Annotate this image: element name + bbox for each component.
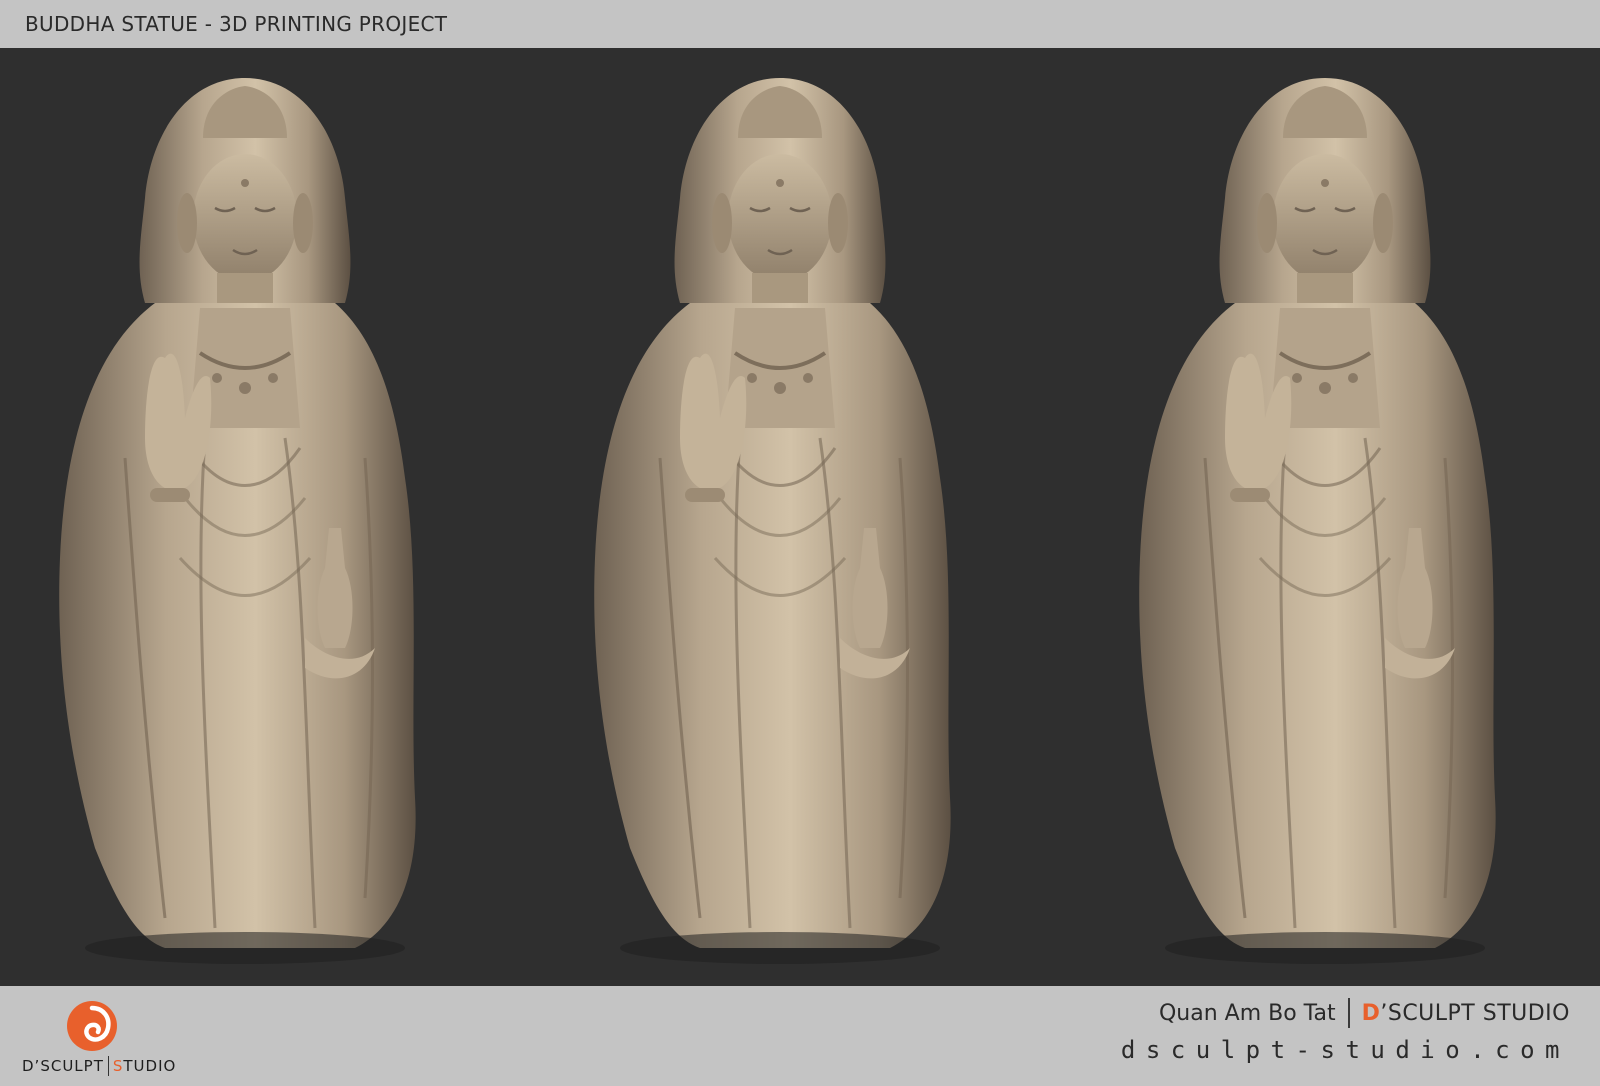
- logo-studio-initial: S: [112, 1057, 124, 1075]
- header-bar: BUDDHA STATUE - 3D PRINTING PROJECT: [0, 0, 1600, 48]
- studio-name-rest: ’SCULPT STUDIO: [1380, 1000, 1570, 1026]
- artwork-credit: Quan Am Bo Tat D’SCULPT STUDIO: [1159, 998, 1570, 1028]
- artwork-name: Quan Am Bo Tat: [1158, 1000, 1336, 1026]
- logo-wordmark: D’SCULPT S TUDIO: [22, 1056, 176, 1076]
- website-url: dsculpt-studio.com: [1120, 1036, 1570, 1064]
- dsculpt-logo-icon: [67, 1001, 117, 1051]
- statue-view-front: [592, 76, 953, 966]
- credit-divider: [1347, 998, 1350, 1028]
- logo-studio-rest: TUDIO: [123, 1057, 177, 1075]
- page-title: BUDDHA STATUE - 3D PRINTING PROJECT: [25, 12, 448, 36]
- statue-view-three-quarter-right: [1137, 76, 1498, 966]
- statue-view-three-quarter-left: [57, 76, 418, 966]
- footer-bar: D’SCULPT S TUDIO Quan Am Bo Tat D’SCULPT …: [0, 986, 1600, 1086]
- render-viewport: [0, 48, 1600, 986]
- logo-separator: [107, 1056, 109, 1076]
- studio-initial: D: [1361, 1000, 1381, 1026]
- logo-brand: D’SCULPT: [22, 1057, 104, 1075]
- studio-name: D’SCULPT STUDIO: [1362, 1001, 1570, 1026]
